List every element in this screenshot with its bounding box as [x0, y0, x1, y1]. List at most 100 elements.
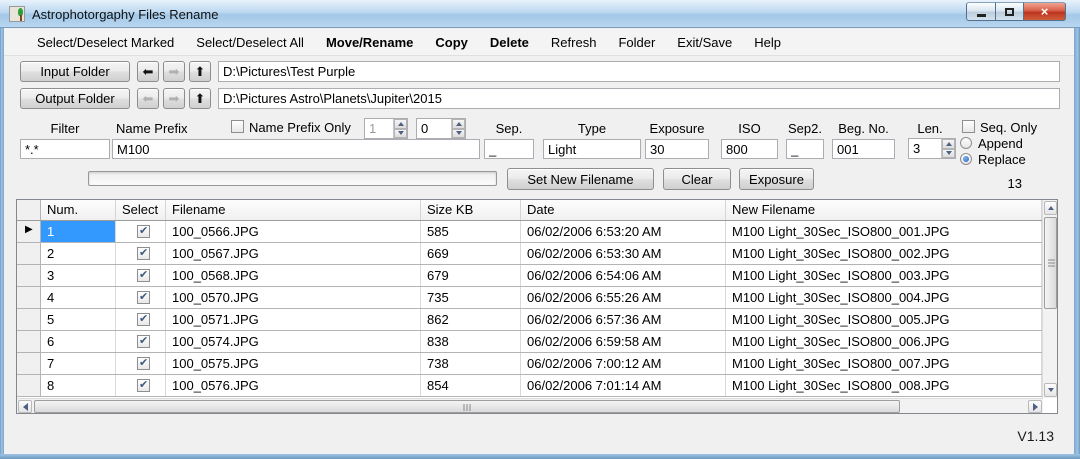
cell-num[interactable]: 6: [41, 331, 116, 352]
minimize-button[interactable]: [966, 2, 996, 21]
cell-num[interactable]: 8: [41, 375, 116, 396]
cell-filename[interactable]: 100_0567.JPG: [166, 243, 421, 264]
menu-folder[interactable]: Folder: [607, 31, 666, 54]
row-checkbox[interactable]: [137, 269, 150, 282]
name-prefix-input[interactable]: [112, 139, 480, 159]
cell-num[interactable]: 2: [41, 243, 116, 264]
cell-filename[interactable]: 100_0575.JPG: [166, 353, 421, 374]
cell-select[interactable]: [116, 243, 166, 264]
cell-new-filename[interactable]: M100 Light_30Sec_ISO800_001.JPG: [726, 221, 1042, 242]
cell-size[interactable]: 838: [421, 331, 521, 352]
col-header-filename[interactable]: Filename: [166, 200, 421, 220]
cell-new-filename[interactable]: M100 Light_30Sec_ISO800_003.JPG: [726, 265, 1042, 286]
sep-input[interactable]: [484, 139, 534, 159]
output-back-button[interactable]: ⬅: [137, 88, 159, 109]
table-row[interactable]: 7 100_0575.JPG 738 06/02/2006 7:00:12 AM…: [17, 353, 1057, 375]
spin-up-icon[interactable]: [394, 119, 407, 129]
menu-exit-save[interactable]: Exit/Save: [666, 31, 743, 54]
row-checkbox[interactable]: [137, 247, 150, 260]
cell-date[interactable]: 06/02/2006 6:59:58 AM: [521, 331, 726, 352]
menu-copy[interactable]: Copy: [424, 31, 479, 54]
set-new-filename-button[interactable]: Set New Filename: [507, 168, 654, 190]
cell-date[interactable]: 06/02/2006 7:01:14 AM: [521, 375, 726, 396]
input-folder-path[interactable]: [218, 61, 1060, 82]
cell-num[interactable]: 4: [41, 287, 116, 308]
table-row[interactable]: 2 100_0567.JPG 669 06/02/2006 6:53:30 AM…: [17, 243, 1057, 265]
name-prefix-only-checkbox[interactable]: [231, 120, 244, 133]
spin-down-icon[interactable]: [394, 129, 407, 139]
cell-date[interactable]: 06/02/2006 7:00:12 AM: [521, 353, 726, 374]
table-row[interactable]: 3 100_0568.JPG 679 06/02/2006 6:54:06 AM…: [17, 265, 1057, 287]
cell-size[interactable]: 679: [421, 265, 521, 286]
cell-select[interactable]: [116, 287, 166, 308]
cell-select[interactable]: [116, 221, 166, 242]
cell-date[interactable]: 06/02/2006 6:54:06 AM: [521, 265, 726, 286]
col-header-date[interactable]: Date: [521, 200, 726, 220]
table-row[interactable]: ▶ 1 100_0566.JPG 585 06/02/2006 6:53:20 …: [17, 221, 1057, 243]
cell-num[interactable]: 5: [41, 309, 116, 330]
iso-input[interactable]: [721, 139, 778, 159]
output-up-button[interactable]: ⬆: [189, 88, 211, 109]
col-header-new-filename[interactable]: New Filename: [726, 200, 1042, 220]
cell-select[interactable]: [116, 353, 166, 374]
sep2-input[interactable]: [786, 139, 824, 159]
seq-only-checkbox[interactable]: [962, 120, 975, 133]
row-checkbox[interactable]: [137, 291, 150, 304]
cell-new-filename[interactable]: M100 Light_30Sec_ISO800_004.JPG: [726, 287, 1042, 308]
input-up-button[interactable]: ⬆: [189, 61, 211, 82]
cell-select[interactable]: [116, 331, 166, 352]
row-checkbox[interactable]: [137, 335, 150, 348]
spin-up-icon[interactable]: [452, 119, 465, 129]
cell-filename[interactable]: 100_0576.JPG: [166, 375, 421, 396]
cell-num[interactable]: 1: [41, 221, 116, 242]
spin-down-icon[interactable]: [452, 129, 465, 139]
vertical-scrollbar[interactable]: [1042, 200, 1057, 398]
cell-filename[interactable]: 100_0568.JPG: [166, 265, 421, 286]
type-input[interactable]: [543, 139, 641, 159]
menu-move-rename[interactable]: Move/Rename: [315, 31, 424, 54]
cell-date[interactable]: 06/02/2006 6:53:20 AM: [521, 221, 726, 242]
spin-up-icon[interactable]: [942, 139, 955, 149]
row-checkbox[interactable]: [137, 379, 150, 392]
cell-date[interactable]: 06/02/2006 6:53:30 AM: [521, 243, 726, 264]
col-header-select[interactable]: Select: [116, 200, 166, 220]
spin-down-icon[interactable]: [942, 149, 955, 159]
cell-filename[interactable]: 100_0566.JPG: [166, 221, 421, 242]
maximize-button[interactable]: [996, 2, 1024, 21]
table-row[interactable]: 8 100_0576.JPG 854 06/02/2006 7:01:14 AM…: [17, 375, 1057, 397]
menu-help[interactable]: Help: [743, 31, 792, 54]
cell-select[interactable]: [116, 265, 166, 286]
row-checkbox[interactable]: [137, 357, 150, 370]
cell-select[interactable]: [116, 309, 166, 330]
menu-select-deselect-all[interactable]: Select/Deselect All: [185, 31, 315, 54]
scroll-down-icon[interactable]: [1044, 383, 1057, 397]
cell-new-filename[interactable]: M100 Light_30Sec_ISO800_006.JPG: [726, 331, 1042, 352]
scroll-up-icon[interactable]: [1044, 201, 1057, 215]
cell-new-filename[interactable]: M100 Light_30Sec_ISO800_008.JPG: [726, 375, 1042, 396]
input-folder-button[interactable]: Input Folder: [20, 61, 130, 82]
cell-num[interactable]: 7: [41, 353, 116, 374]
cell-select[interactable]: [116, 375, 166, 396]
menu-refresh[interactable]: Refresh: [540, 31, 608, 54]
cell-size[interactable]: 854: [421, 375, 521, 396]
close-button[interactable]: ×: [1024, 2, 1066, 21]
row-checkbox[interactable]: [137, 313, 150, 326]
exposure-input[interactable]: [645, 139, 709, 159]
table-row[interactable]: 6 100_0574.JPG 838 06/02/2006 6:59:58 AM…: [17, 331, 1057, 353]
prefix-start-spinner[interactable]: 1: [364, 118, 408, 139]
cell-date[interactable]: 06/02/2006 6:57:36 AM: [521, 309, 726, 330]
cell-new-filename[interactable]: M100 Light_30Sec_ISO800_005.JPG: [726, 309, 1042, 330]
len-spinner[interactable]: 3: [908, 138, 956, 159]
input-forward-button[interactable]: ➡: [163, 61, 185, 82]
cell-new-filename[interactable]: M100 Light_30Sec_ISO800_002.JPG: [726, 243, 1042, 264]
cell-filename[interactable]: 100_0570.JPG: [166, 287, 421, 308]
cell-new-filename[interactable]: M100 Light_30Sec_ISO800_007.JPG: [726, 353, 1042, 374]
cell-filename[interactable]: 100_0571.JPG: [166, 309, 421, 330]
output-forward-button[interactable]: ➡: [163, 88, 185, 109]
input-back-button[interactable]: ⬅: [137, 61, 159, 82]
row-checkbox[interactable]: [137, 225, 150, 238]
vertical-scroll-thumb[interactable]: [1044, 217, 1057, 309]
col-header-size[interactable]: Size KB: [421, 200, 521, 220]
cell-size[interactable]: 669: [421, 243, 521, 264]
scroll-left-icon[interactable]: [18, 400, 32, 413]
